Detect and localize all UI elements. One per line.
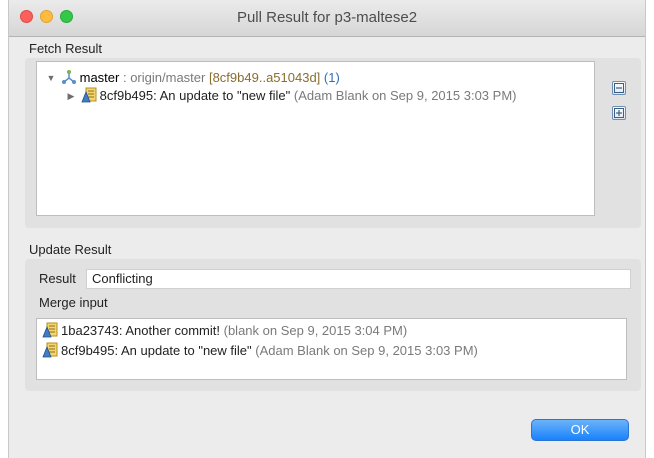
title-bar: Pull Result for p3-maltese2 bbox=[9, 0, 645, 37]
branch-name: master bbox=[79, 70, 120, 85]
merge-item[interactable]: 1ba23743: Another commit! (blank on Sep … bbox=[42, 322, 407, 340]
merge-item-title: 8cf9b495: An update to "new file" bbox=[61, 343, 252, 358]
result-label: Result bbox=[39, 271, 76, 286]
expand-all-icon bbox=[614, 108, 624, 118]
commit-count: (1) bbox=[323, 70, 340, 85]
branch-separator: : bbox=[119, 70, 131, 85]
merge-item-title: 1ba23743: Another commit! bbox=[61, 323, 220, 338]
commit-title: 8cf9b495: An update to "new file" bbox=[99, 88, 291, 103]
result-field[interactable]: Conflicting bbox=[86, 269, 631, 289]
collapsed-triangle-icon[interactable]: ▶ bbox=[65, 87, 77, 105]
commit-icon bbox=[42, 342, 58, 358]
commit-icon bbox=[81, 87, 97, 103]
merge-item-meta: (blank on Sep 9, 2015 3:04 PM) bbox=[223, 323, 408, 338]
expand-all-button[interactable] bbox=[612, 106, 626, 120]
merge-input-list[interactable]: 1ba23743: Another commit! (blank on Sep … bbox=[36, 318, 627, 380]
merge-item[interactable]: 8cf9b495: An update to "new file" (Adam … bbox=[42, 342, 478, 360]
update-result-label: Update Result bbox=[29, 242, 112, 257]
tree-row-commit[interactable]: ▶ 8cf9b495: An update to "new file" (Ada… bbox=[65, 87, 516, 105]
remote-branch-icon bbox=[61, 70, 76, 84]
fetch-result-label: Fetch Result bbox=[29, 41, 102, 56]
ok-button[interactable]: OK bbox=[531, 419, 629, 441]
merge-item-meta: (Adam Blank on Sep 9, 2015 3:03 PM) bbox=[255, 343, 478, 358]
pull-result-dialog: Pull Result for p3-maltese2 Fetch Result… bbox=[8, 0, 646, 458]
commit-meta: (Adam Blank on Sep 9, 2015 3:03 PM) bbox=[293, 88, 517, 103]
remote-branch: origin/master bbox=[130, 70, 206, 85]
expanded-triangle-icon[interactable]: ▼ bbox=[45, 69, 57, 87]
tree-row-branch[interactable]: ▼ master : origin/master [8cf9b49..a5104… bbox=[45, 69, 340, 87]
window-title: Pull Result for p3-maltese2 bbox=[236, 9, 418, 26]
commit-range: [8cf9b49..a51043d] bbox=[208, 70, 321, 85]
commit-icon bbox=[42, 322, 58, 338]
collapse-all-button[interactable] bbox=[612, 81, 626, 95]
merge-input-label: Merge input bbox=[39, 295, 108, 310]
fetch-result-tree[interactable]: ▼ master : origin/master [8cf9b49..a5104… bbox=[36, 61, 595, 216]
collapse-all-icon bbox=[614, 83, 624, 93]
